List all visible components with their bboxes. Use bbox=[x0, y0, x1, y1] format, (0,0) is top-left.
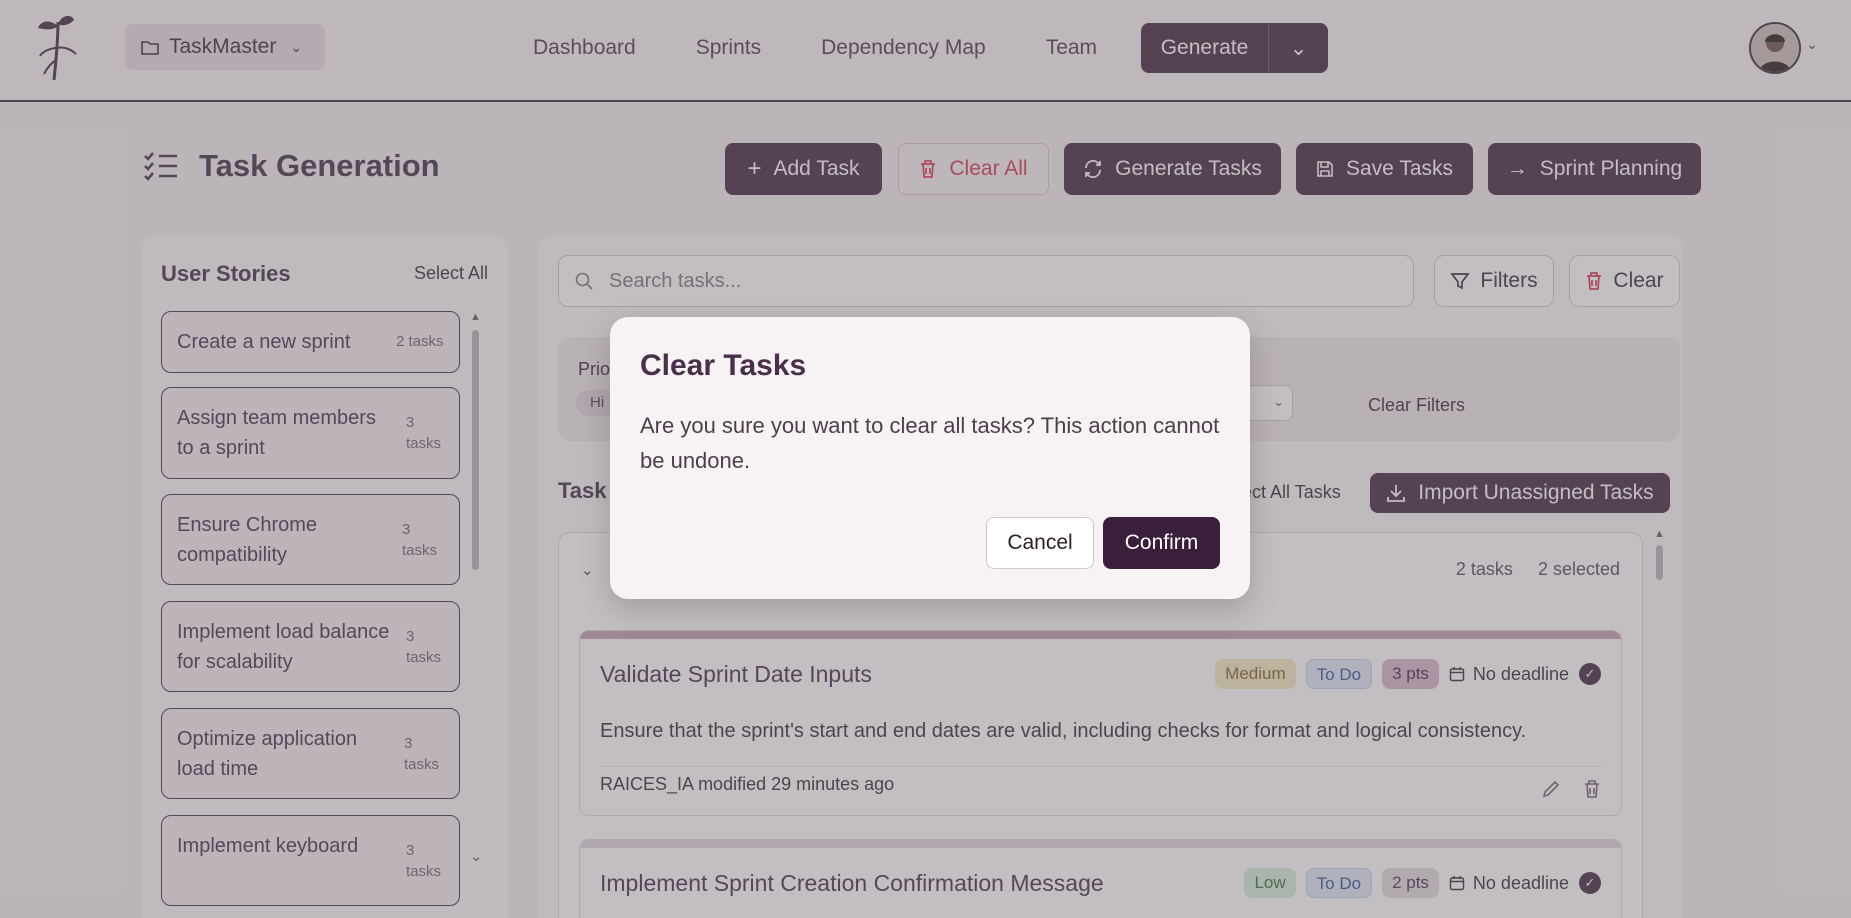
dialog-title: Clear Tasks bbox=[640, 349, 807, 382]
dialog-message: Are you sure you want to clear all tasks… bbox=[640, 413, 1220, 473]
confirm-button[interactable]: Confirm bbox=[1103, 517, 1220, 569]
cancel-button[interactable]: Cancel bbox=[986, 517, 1094, 569]
clear-tasks-dialog: Clear Tasks Are you sure you want to cle… bbox=[610, 317, 1250, 599]
